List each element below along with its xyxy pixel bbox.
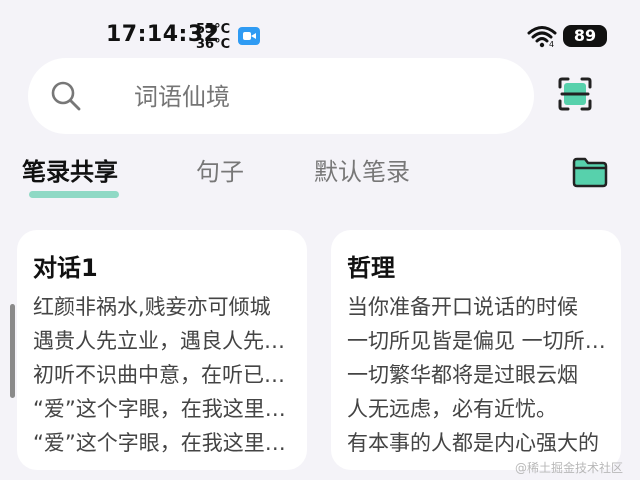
card-line: 人无远虑，必有近忧。 <box>347 397 557 421</box>
scrollbar-thumb[interactable] <box>10 304 15 398</box>
card-line: 遇贵人先立业，遇良人先成家 <box>33 329 297 353</box>
scan-icon[interactable] <box>557 76 593 112</box>
card-line: 一切所见皆是偏见 一切所闻皆是观点 <box>347 329 611 353</box>
active-tab-indicator <box>29 191 119 198</box>
tab-default-notes[interactable]: 默认笔录 <box>314 152 410 187</box>
tab-note-share[interactable]: 笔录共享 <box>22 152 118 187</box>
card-line: 红颜非祸水,贱妾亦可倾城 <box>33 295 271 319</box>
status-bar: 17:14:32 55°C 36°C 4 89 <box>0 0 640 56</box>
card-content: 当你准备开口说话的时候 一切所见皆是偏见 一切所闻皆是观点 一切繁华都将是过眼云… <box>347 290 611 460</box>
card-line: 一切繁华都将是过眼云烟 <box>347 363 578 387</box>
temperature-readout: 55°C 36°C <box>196 22 230 52</box>
folder-icon[interactable] <box>572 156 608 188</box>
card-line: 初听不识曲中意，在听已是曲中人 <box>33 363 297 387</box>
card-line: 当你准备开口说话的时候 <box>347 295 578 319</box>
search-input[interactable] <box>132 78 496 116</box>
note-card-dialogue[interactable]: 对话1 红颜非祸水,贱妾亦可倾城 遇贵人先立业，遇良人先成家 初听不识曲中意，在… <box>17 230 307 470</box>
search-icon <box>51 81 81 111</box>
card-title: 对话1 <box>33 254 98 282</box>
watermark: @稀土掘金技术社区 <box>515 461 624 475</box>
search-bar[interactable] <box>28 58 534 134</box>
card-line: “爱”这个字眼，在我这里是永恒 <box>33 431 297 455</box>
temp-bottom: 36°C <box>196 37 231 52</box>
battery-indicator: 89 <box>563 25 607 47</box>
card-content: 红颜非祸水,贱妾亦可倾城 遇贵人先立业，遇良人先成家 初听不识曲中意，在听已是曲… <box>33 290 297 460</box>
tab-sentences[interactable]: 句子 <box>196 152 244 187</box>
card-title: 哲理 <box>347 254 395 282</box>
card-line: “爱”这个字眼，在我这里是永恒 <box>33 397 297 421</box>
note-card-philosophy[interactable]: 哲理 当你准备开口说话的时候 一切所见皆是偏见 一切所闻皆是观点 一切繁华都将是… <box>331 230 621 470</box>
svg-text:4: 4 <box>549 40 554 48</box>
temp-top: 55°C <box>196 22 231 37</box>
video-camera-icon <box>238 27 260 45</box>
card-line: 有本事的人都是内心强大的 <box>347 431 599 455</box>
wifi-icon: 4 <box>527 26 557 48</box>
